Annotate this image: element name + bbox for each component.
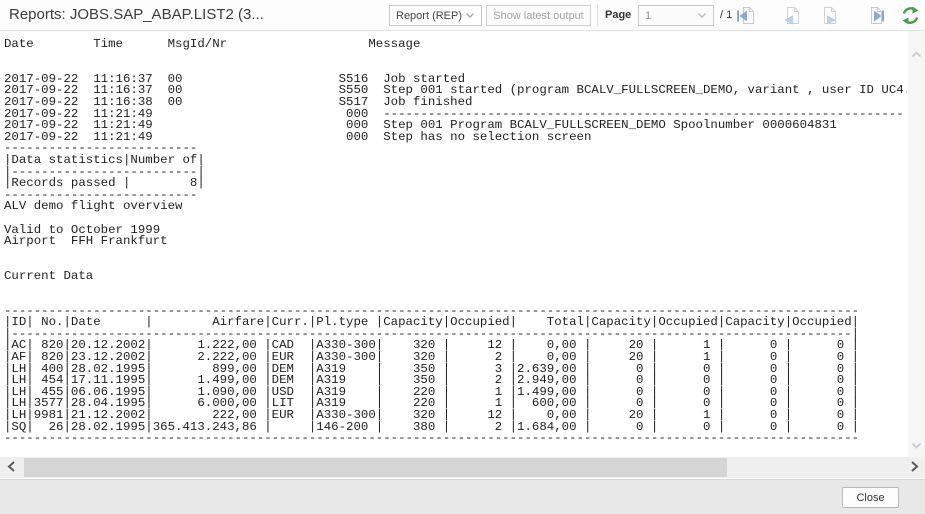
page-label: Page (605, 9, 631, 21)
scroll-down-icon[interactable] (911, 442, 922, 449)
next-page-button[interactable] (818, 4, 841, 27)
chevron-down-icon (465, 12, 475, 19)
report-type-dropdown[interactable]: Report (REP) (389, 5, 482, 26)
first-page-button[interactable] (734, 4, 757, 27)
report-viewer-window: Reports: JOBS.SAP_ABAP.LIST2 (3... Repor… (0, 0, 925, 514)
page-title: Reports: JOBS.SAP_ABAP.LIST2 (3... (9, 6, 381, 23)
page-total-label: / 1 (720, 9, 732, 21)
page-dropdown[interactable]: 1 (638, 5, 714, 26)
refresh-icon (899, 4, 922, 27)
report-output-text: Date Time MsgId/Nr Message 2017-09-22 11… (4, 39, 907, 445)
last-page-icon (864, 4, 887, 27)
next-page-icon (818, 4, 841, 27)
refresh-button[interactable] (899, 4, 922, 27)
page-value: 1 (645, 10, 697, 22)
report-output-area: Date Time MsgId/Nr Message 2017-09-22 11… (0, 31, 907, 457)
first-page-icon (734, 4, 757, 27)
show-latest-output-button[interactable]: Show latest output (486, 5, 591, 26)
horizontal-scrollbar[interactable] (0, 457, 925, 478)
previous-page-icon (781, 4, 804, 27)
report-type-value: Report (REP) (396, 10, 465, 22)
toolbar-divider (597, 4, 598, 26)
close-button[interactable]: Close (842, 487, 899, 508)
horizontal-scrollbar-thumb[interactable] (24, 458, 727, 477)
scroll-left-icon (7, 461, 16, 472)
footer-bar: Close (0, 479, 925, 514)
scroll-up-icon[interactable] (911, 51, 922, 58)
vertical-scrollbar[interactable] (908, 31, 925, 457)
chevron-down-icon (697, 12, 707, 19)
scroll-right-button[interactable] (903, 457, 925, 478)
scroll-right-icon (910, 461, 919, 472)
previous-page-button[interactable] (781, 4, 804, 27)
last-page-button[interactable] (864, 4, 887, 27)
titlebar: Reports: JOBS.SAP_ABAP.LIST2 (3... Repor… (0, 0, 925, 31)
scroll-left-button[interactable] (0, 457, 22, 478)
